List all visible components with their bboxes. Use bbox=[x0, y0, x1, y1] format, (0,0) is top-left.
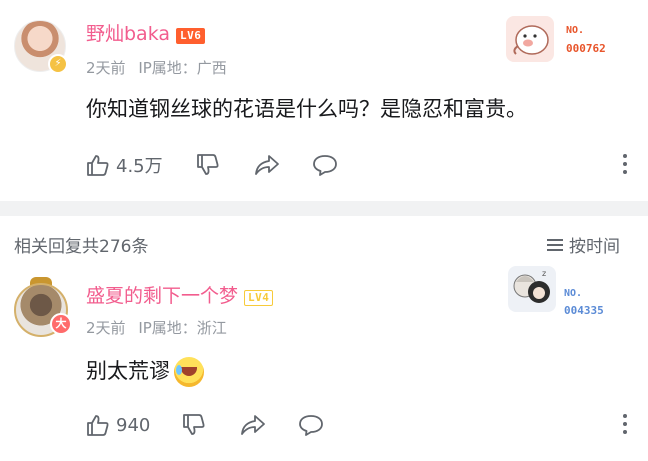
fan-badge-number: 004335 bbox=[564, 304, 604, 317]
comment-actions: 4.5万 bbox=[86, 150, 636, 180]
fan-badge-image bbox=[506, 16, 554, 62]
dislike-button[interactable] bbox=[182, 414, 240, 436]
section-divider bbox=[0, 201, 648, 216]
replier-avatar[interactable]: 大 bbox=[12, 277, 72, 337]
more-icon[interactable] bbox=[623, 154, 627, 178]
reply-meta: 2天前 IP属地：浙江 bbox=[86, 318, 227, 338]
comment-time: 2天前 bbox=[86, 59, 126, 77]
sort-label: 按时间 bbox=[569, 237, 620, 257]
reply-count: 相关回复共276条 bbox=[14, 237, 149, 257]
commenter-avatar[interactable]: ⚡ bbox=[14, 20, 68, 74]
fan-badge-no-label: NO. bbox=[564, 288, 583, 299]
reply-text: 别太荒谬 bbox=[86, 359, 170, 383]
like-count: 940 bbox=[116, 414, 151, 436]
sort-icon bbox=[547, 236, 563, 254]
reply-time: 2天前 bbox=[86, 319, 126, 337]
share-button[interactable] bbox=[254, 154, 312, 176]
username-row: 野灿baka LV6 bbox=[86, 22, 206, 46]
avatar-badge: 大 bbox=[50, 313, 72, 335]
thumb-up-icon bbox=[87, 415, 109, 436]
share-icon bbox=[241, 415, 265, 435]
lightning-badge-icon: ⚡ bbox=[48, 54, 68, 74]
ip-location: IP属地：浙江 bbox=[138, 319, 227, 337]
svg-text:z: z bbox=[542, 269, 546, 278]
username[interactable]: 野灿baka bbox=[86, 23, 170, 45]
username-row: 盛夏的剩下一个梦 LV4 bbox=[86, 284, 274, 308]
cartoon-pig-icon bbox=[513, 25, 549, 55]
reply-actions: 940 bbox=[86, 410, 636, 440]
fan-badge-no-label: NO. bbox=[566, 25, 585, 36]
level-badge: LV6 bbox=[176, 27, 206, 44]
username[interactable]: 盛夏的剩下一个梦 bbox=[86, 285, 238, 307]
share-icon bbox=[255, 155, 279, 175]
reply-button[interactable] bbox=[312, 154, 338, 176]
reply-bubble-icon bbox=[313, 155, 337, 176]
reply-text-row: 别太荒谬 bbox=[86, 356, 204, 387]
share-button[interactable] bbox=[240, 414, 298, 436]
ip-location: IP属地：广西 bbox=[138, 59, 227, 77]
fan-badge-image: z bbox=[508, 266, 556, 312]
comment-text: 你知道钢丝球的花语是什么吗？是隐忍和富贵。 bbox=[86, 97, 527, 121]
level-badge: LV4 bbox=[244, 289, 274, 306]
reply-button[interactable] bbox=[298, 414, 324, 436]
thumb-up-icon bbox=[87, 155, 109, 176]
fan-badge-number: 000762 bbox=[566, 42, 606, 55]
comment-meta: 2天前 IP属地：广西 bbox=[86, 58, 227, 78]
thumb-down-icon bbox=[197, 154, 219, 175]
more-icon[interactable] bbox=[623, 414, 627, 438]
sort-button[interactable]: 按时间 bbox=[547, 232, 620, 257]
laugh-cry-emoji-icon bbox=[174, 357, 204, 387]
dislike-button[interactable] bbox=[196, 154, 254, 176]
anime-girls-icon: z bbox=[513, 269, 550, 303]
like-button[interactable]: 4.5万 bbox=[86, 152, 196, 178]
thumb-down-icon bbox=[183, 414, 205, 435]
like-button[interactable]: 940 bbox=[86, 414, 182, 436]
reply-bubble-icon bbox=[299, 415, 323, 436]
like-count: 4.5万 bbox=[116, 156, 163, 177]
